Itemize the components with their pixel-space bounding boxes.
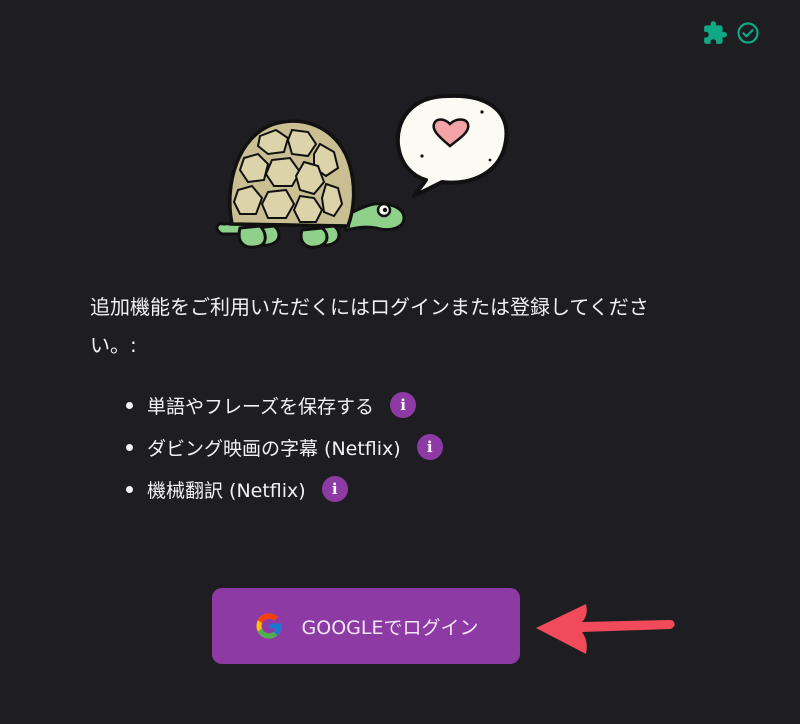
turtle-icon: [215, 119, 406, 249]
top-toolbar: [702, 20, 760, 46]
speech-bubble-icon: [395, 93, 509, 198]
bullet-icon: [126, 485, 133, 493]
red-arrow-icon: [530, 598, 680, 662]
login-button-label: GOOGLEでログイン: [301, 616, 479, 639]
login-prompt-text: 追加機能をご利用いただくにはログインまたは登録してください。:: [90, 295, 649, 357]
info-icon[interactable]: i: [321, 476, 348, 502]
check-circle-icon[interactable]: [736, 21, 760, 45]
info-icon[interactable]: i: [416, 434, 443, 460]
list-item: 単語やフレーズを保存する i: [120, 384, 443, 426]
feature-label: 機械翻訳 (Netflix): [147, 479, 306, 502]
feature-label: 単語やフレーズを保存する: [147, 395, 375, 418]
feature-list: 単語やフレーズを保存する i ダビング映画の字幕 (Netflix) i 機械翻…: [120, 384, 443, 510]
puzzle-icon[interactable]: [702, 20, 728, 46]
feature-label: ダビング映画の字幕 (Netflix): [147, 437, 401, 460]
google-icon: [254, 611, 284, 641]
list-item: 機械翻訳 (Netflix) i: [120, 468, 443, 510]
list-item: ダビング映画の字幕 (Netflix) i: [120, 426, 443, 468]
google-login-button[interactable]: GOOGLEでログイン: [212, 588, 520, 664]
turtle-illustration: [210, 78, 530, 268]
bullet-icon: [126, 401, 133, 409]
bullet-icon: [126, 443, 133, 451]
info-icon[interactable]: i: [390, 392, 417, 418]
